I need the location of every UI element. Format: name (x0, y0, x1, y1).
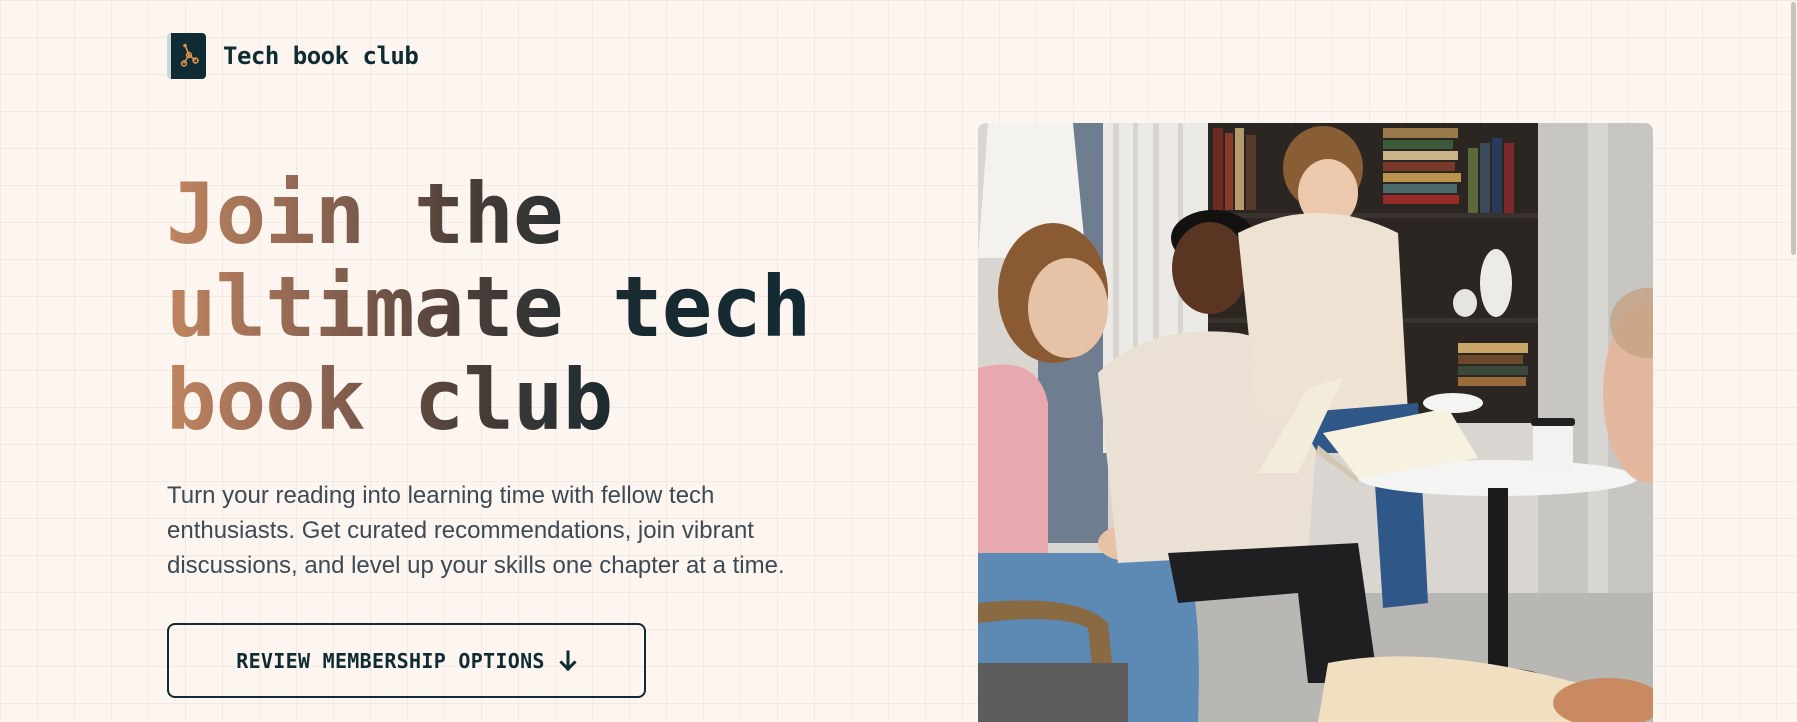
brand-logo-link[interactable]: Tech book club (167, 33, 419, 79)
hero-title-line: Join the (166, 165, 563, 263)
review-membership-button[interactable]: REVIEW MEMBERSHIP OPTIONS (167, 623, 646, 698)
arrow-down-icon (559, 650, 577, 671)
hero-title: Join the ultimate tech book club (166, 168, 886, 447)
hero-image (978, 123, 1653, 722)
hero-title-line: ultimate tech (166, 258, 811, 356)
brand-name: Tech book club (223, 42, 419, 70)
hero-title-line: book club (166, 351, 613, 449)
hero-description: Turn your reading into learning time wit… (167, 482, 785, 579)
page-scrollbar[interactable] (1789, 0, 1797, 722)
scrollbar-thumb[interactable] (1791, 2, 1796, 255)
cta-label: REVIEW MEMBERSHIP OPTIONS (236, 648, 545, 673)
book-network-icon (167, 33, 206, 79)
